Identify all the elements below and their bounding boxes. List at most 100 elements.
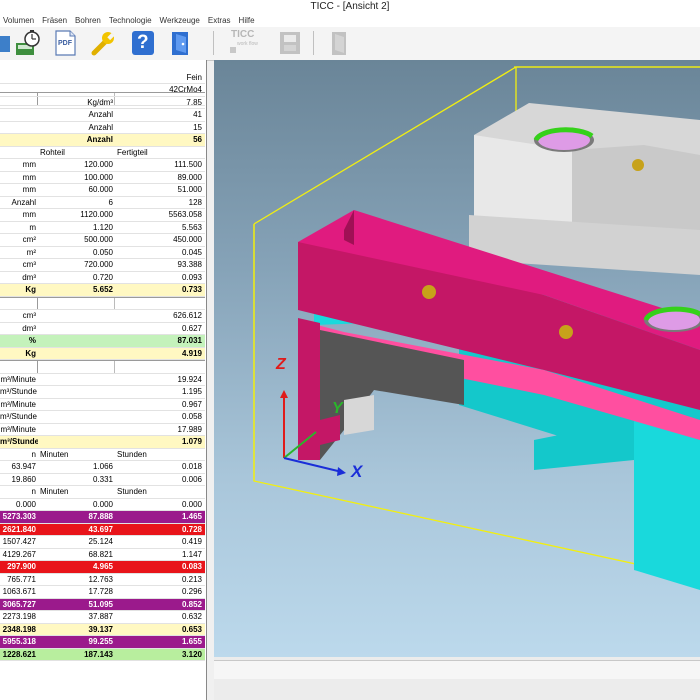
table-cell: 0.852 [181, 599, 202, 609]
table-cell: n [31, 487, 36, 496]
table-row[interactable]: m² 0.050 0.045 [0, 247, 205, 259]
table-row[interactable]: 42CrMo4 [0, 84, 205, 97]
part-3d-model[interactable] [214, 60, 700, 657]
table-row[interactable]: 2273.198 37.887 0.632 [0, 611, 205, 624]
3d-model-viewport[interactable]: Z Y X [214, 60, 700, 657]
exit-button[interactable] [166, 29, 194, 57]
table-cell: Anzahl [11, 197, 36, 207]
table-row[interactable]: Anzahl 56 [0, 134, 205, 147]
menu-werkzeuge[interactable]: Werkzeuge [157, 14, 205, 27]
table-row[interactable] [0, 296, 205, 310]
table-cell [115, 361, 205, 373]
door-button[interactable] [325, 29, 353, 57]
table-row[interactable]: 1228.621 187.143 3.120 [0, 648, 205, 661]
table-row[interactable]: mm 1120.000 5563.058 [0, 209, 205, 222]
table-row[interactable]: 1063.671 17.728 0.296 [0, 586, 205, 599]
table-cell: 4.965 [92, 562, 113, 571]
pdf-export-button[interactable]: PDF [51, 29, 79, 57]
table-row[interactable]: 63.947 1.066 0.018 [0, 461, 205, 474]
table-row[interactable]: Kg 4.919 [0, 347, 205, 360]
table-row[interactable]: m 1.120 5.563 [0, 222, 205, 234]
table-row[interactable]: Rohteil Fertigteil [0, 146, 205, 159]
table-cell: 765.771 [7, 574, 36, 584]
table-row[interactable] [0, 360, 205, 374]
table-row[interactable]: Kg/dm³ 7.85 [0, 97, 205, 109]
ticc-workflow-button[interactable]: TICC work flow [228, 29, 262, 57]
table-cell: 19.860 [11, 474, 36, 484]
table-cell: m³/Minute [0, 424, 36, 434]
table-cell: 720.000 [84, 260, 113, 269]
menu-extras[interactable]: Extras [205, 14, 236, 27]
toolbar-separator [313, 31, 314, 55]
table-cell: 0.627 [181, 323, 202, 333]
menu-fraesen[interactable]: Fräsen [39, 14, 72, 27]
table-row[interactable]: m³/Stunde 1.195 [0, 386, 205, 399]
table-row[interactable]: dm³ 0.720 0.093 [0, 272, 205, 284]
table-cell: 25.124 [88, 537, 113, 546]
table-row[interactable]: Anzahl 6 128 [0, 197, 205, 209]
table-cell: 5563.058 [168, 210, 202, 219]
table-row[interactable]: mm 60.000 51.000 [0, 184, 205, 197]
wrench-button[interactable] [88, 29, 116, 57]
menu-bohren[interactable]: Bohren [72, 14, 106, 27]
table-row[interactable]: m³/Stunde 0.058 [0, 411, 205, 424]
table-row[interactable]: m³/Stunde 1.079 [0, 436, 205, 449]
table-cell: 1.079 [181, 437, 202, 446]
table-cell [38, 310, 115, 322]
table-row[interactable]: cm² 500.000 450.000 [0, 234, 205, 247]
table-row[interactable]: Anzahl 41 [0, 109, 205, 122]
table-row[interactable]: 297.900 4.965 0.083 [0, 561, 205, 574]
table-row[interactable]: Kg 5.652 0.733 [0, 284, 205, 297]
table-row[interactable]: 2348.198 39.137 0.653 [0, 623, 205, 636]
table-row[interactable]: m³/Minute 0.967 [0, 399, 205, 411]
table-cell: 128 [188, 197, 202, 207]
menu-technologie[interactable]: Technologie [106, 14, 157, 27]
table-row[interactable]: dm³ 0.627 [0, 323, 205, 335]
table-row[interactable]: 2621.840 43.697 0.728 [0, 523, 205, 536]
help-button[interactable]: ? [129, 29, 157, 57]
table-cell: Kg [25, 348, 36, 358]
device-button[interactable] [276, 29, 304, 57]
table-cell: 39.137 [88, 624, 113, 634]
table-cell: 1063.671 [2, 587, 36, 596]
table-cell: 12.763 [88, 574, 113, 584]
table-cell: Minuten [40, 449, 69, 459]
table-row[interactable]: mm 100.000 89.000 [0, 172, 205, 184]
table-cell: 60.000 [88, 185, 113, 194]
help-label: ? [137, 32, 149, 53]
table-row[interactable]: 5273.303 87.888 1.465 [0, 511, 205, 524]
table-row[interactable]: 4129.267 68.821 1.147 [0, 549, 205, 561]
table-cell: m [29, 222, 36, 232]
table-cell: 5.652 [92, 285, 113, 294]
table-cell: 4.919 [181, 348, 202, 358]
table-cell: 0.653 [181, 624, 202, 634]
table-row[interactable]: 1507.427 25.124 0.419 [0, 536, 205, 549]
table-row[interactable]: n Minuten Stunden [0, 486, 205, 499]
table-cell: 7.85 [186, 97, 202, 107]
table-row[interactable]: 0.000 0.000 0.000 [0, 499, 205, 511]
table-cell: m³/Stunde [0, 412, 37, 421]
table-cell: 89.000 [177, 172, 202, 182]
table-row[interactable]: 19.860 0.331 0.006 [0, 474, 205, 486]
table-row[interactable]: Anzahl 15 [0, 122, 205, 134]
table-row[interactable]: m³/Minute 19.924 [0, 374, 205, 386]
table-cell: 1.120 [92, 222, 113, 232]
table-row[interactable]: % 87.031 [0, 335, 205, 348]
table-row[interactable]: 5955.318 99.255 1.655 [0, 636, 205, 649]
menu-volumen[interactable]: Volumen [0, 14, 39, 27]
table-row[interactable]: mm 120.000 111.500 [0, 159, 205, 172]
table-cell [38, 411, 115, 423]
calculator-timer-button[interactable] [14, 29, 42, 57]
table-cell: 2621.840 [2, 524, 36, 534]
table-cell: 297.900 [7, 562, 36, 571]
table-cell: 37.887 [88, 612, 113, 621]
door-icon [332, 32, 346, 55]
table-row[interactable]: Fein [0, 72, 205, 84]
table-row[interactable]: n Minuten Stunden [0, 448, 205, 461]
table-row[interactable]: cm³ 626.612 [0, 310, 205, 323]
menu-hilfe[interactable]: Hilfe [236, 14, 260, 27]
table-row[interactable]: cm³ 720.000 93.388 [0, 259, 205, 272]
table-row[interactable]: 3065.727 51.095 0.852 [0, 598, 205, 611]
table-row[interactable]: m³/Minute 17.989 [0, 424, 205, 436]
table-row[interactable]: 765.771 12.763 0.213 [0, 574, 205, 586]
